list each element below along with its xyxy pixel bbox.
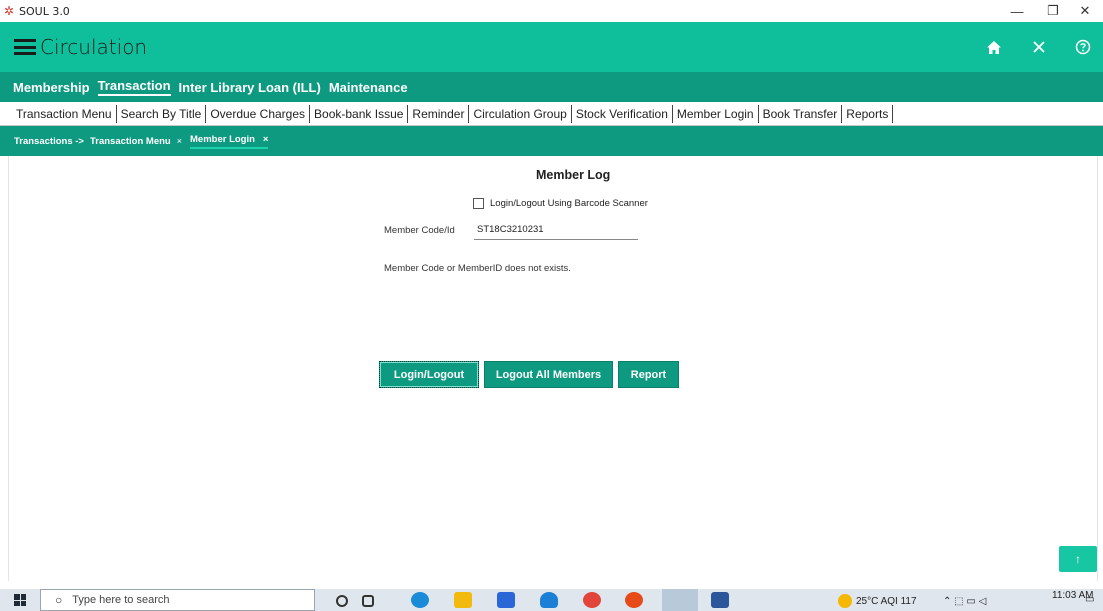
hamburger-menu-icon[interactable] xyxy=(14,39,36,55)
weather-icon xyxy=(838,594,852,608)
breadcrumb-tab-label: Member Login xyxy=(190,133,255,145)
cortana-icon[interactable] xyxy=(336,595,348,607)
windows-logo-icon xyxy=(14,594,26,606)
chrome-icon[interactable] xyxy=(625,592,643,608)
help-icon[interactable] xyxy=(1073,37,1093,57)
window-titlebar: ✲ SOUL 3.0 xyxy=(0,0,1103,22)
login-logout-button[interactable]: Login/Logout xyxy=(379,361,479,388)
transaction-subtabs: Transaction Menu Search By Title Overdue… xyxy=(0,102,1103,126)
mail-icon[interactable] xyxy=(540,592,558,608)
scanner-checkbox[interactable] xyxy=(473,198,484,209)
breadcrumb-close-icon[interactable]: × xyxy=(177,136,182,146)
menu-transaction[interactable]: Transaction xyxy=(97,78,171,96)
subtab-reports[interactable]: Reports xyxy=(842,104,894,123)
subtab-overdue-charges[interactable]: Overdue Charges xyxy=(206,104,311,123)
restore-button[interactable]: ❐ xyxy=(1035,0,1071,22)
soul-app-icon[interactable] xyxy=(583,592,601,608)
file-explorer-icon[interactable] xyxy=(454,592,472,608)
scroll-to-top-button[interactable]: ↑ xyxy=(1059,546,1097,572)
weather-text: 25°C AQI 117 xyxy=(856,596,917,607)
scanner-checkbox-label: Login/Logout Using Barcode Scanner xyxy=(490,198,648,209)
app-header: Circulation xyxy=(0,22,1103,72)
page-title: Member Log xyxy=(536,168,611,182)
error-message: Member Code or MemberID does not exists. xyxy=(384,263,571,274)
member-code-label: Member Code/Id xyxy=(384,225,455,236)
logout-all-members-button[interactable]: Logout All Members xyxy=(484,361,613,388)
subtab-member-login[interactable]: Member Login xyxy=(673,104,759,123)
home-icon[interactable] xyxy=(984,37,1004,57)
breadcrumb: Transactions -> Transaction Menu × Membe… xyxy=(0,126,1103,156)
search-icon: ○ xyxy=(55,593,63,607)
breadcrumb-tab-transaction-menu[interactable]: Transaction Menu xyxy=(90,136,171,147)
start-button[interactable] xyxy=(0,589,40,611)
menu-membership[interactable]: Membership xyxy=(13,80,90,95)
report-button[interactable]: Report xyxy=(618,361,679,388)
system-tray-icons[interactable]: ⌃ ⬚ ▭ ◁ xyxy=(943,596,986,607)
window-title: SOUL 3.0 xyxy=(19,4,70,18)
subtab-stock-verification[interactable]: Stock Verification xyxy=(572,104,673,123)
edge-browser-icon[interactable] xyxy=(411,592,429,608)
search-placeholder: Type here to search xyxy=(72,594,170,606)
word-icon[interactable] xyxy=(711,592,729,608)
menu-ill[interactable]: Inter Library Loan (ILL) xyxy=(179,80,321,95)
taskbar-search[interactable]: ○ Type here to search xyxy=(40,589,315,611)
task-view-icon[interactable] xyxy=(362,595,374,607)
arrow-up-icon: ↑ xyxy=(1075,552,1081,566)
breadcrumb-close-icon[interactable]: × xyxy=(263,134,269,145)
close-icon[interactable] xyxy=(1029,37,1049,57)
subtab-reminder[interactable]: Reminder xyxy=(408,104,470,123)
subtab-search-by-title[interactable]: Search By Title xyxy=(117,104,207,123)
soul-logo-icon: ✲ xyxy=(4,4,15,18)
close-window-button[interactable]: ✕ xyxy=(1067,0,1103,22)
subtab-transaction-menu[interactable]: Transaction Menu xyxy=(14,104,117,123)
subtab-circulation-group[interactable]: Circulation Group xyxy=(469,104,572,123)
soul-active-icon[interactable] xyxy=(662,589,698,611)
menu-maintenance[interactable]: Maintenance xyxy=(329,80,408,95)
notification-icon[interactable]: ▭ xyxy=(1085,594,1094,605)
minimize-button[interactable]: — xyxy=(999,0,1035,22)
store-icon[interactable] xyxy=(497,592,515,608)
breadcrumb-root[interactable]: Transactions -> xyxy=(14,136,84,147)
subtab-book-bank-issue[interactable]: Book-bank Issue xyxy=(310,104,409,123)
member-code-input[interactable] xyxy=(474,220,638,240)
breadcrumb-tab-member-login[interactable]: Member Login × xyxy=(190,133,269,149)
main-menu-bar: Membership Transaction Inter Library Loa… xyxy=(0,72,1103,102)
app-title: Circulation xyxy=(40,35,148,59)
subtab-book-transfer[interactable]: Book Transfer xyxy=(759,104,843,123)
scanner-checkbox-row[interactable]: Login/Logout Using Barcode Scanner xyxy=(473,198,648,209)
